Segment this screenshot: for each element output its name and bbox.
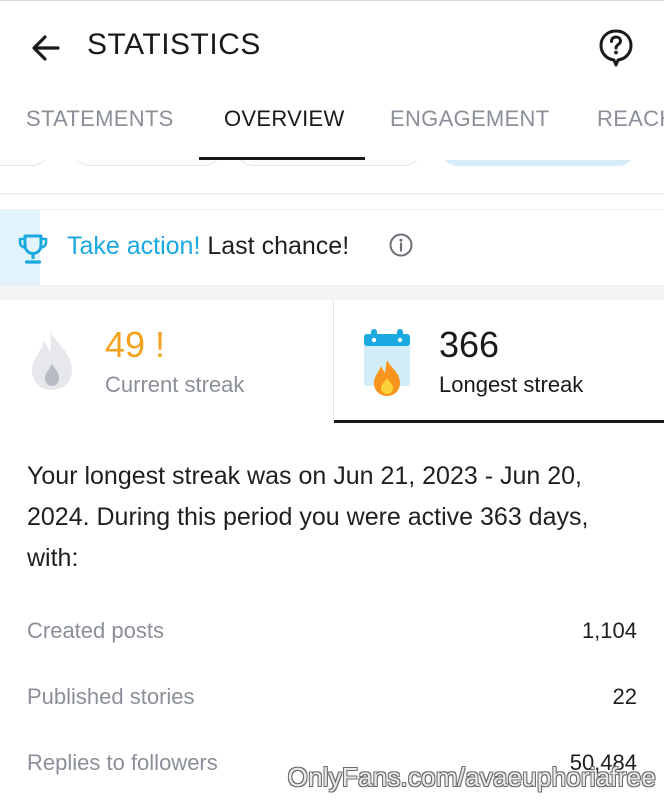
app-bar: STATISTICS [0, 0, 664, 92]
filter-chip[interactable] [72, 160, 222, 166]
filter-chip-row [0, 160, 664, 170]
divider [0, 193, 664, 195]
stat-row-created-posts: Created posts 1,104 [0, 600, 664, 664]
filter-chip[interactable] [236, 160, 422, 166]
calendar-fire-icon [364, 329, 410, 396]
filter-chip[interactable] [0, 160, 50, 166]
current-streak-value: 49 ! [105, 324, 166, 365]
streak-cards: 49 ! Current streak 366 Longest streak [0, 300, 664, 423]
action-banner[interactable]: Take action! Last chance! [0, 209, 664, 286]
tab-statements[interactable]: STATEMENTS [26, 106, 174, 132]
stat-label: Replies to followers [27, 750, 218, 775]
tab-overview[interactable]: OVERVIEW [224, 106, 345, 132]
current-streak-label: Current streak [105, 372, 245, 397]
streak-summary: Your longest streak was on Jun 21, 2023 … [27, 462, 589, 572]
banner-text: Take action! Last chance! [67, 232, 349, 261]
take-action-link[interactable]: Take action! [67, 232, 200, 260]
back-button[interactable] [22, 24, 70, 72]
longest-streak-card[interactable]: 366 Longest streak [333, 300, 664, 423]
flame-icon [32, 330, 72, 390]
longest-streak-value: 366 [439, 324, 500, 365]
help-circle-icon [599, 29, 633, 67]
stat-label: Published stories [27, 684, 195, 709]
arrow-left-icon [32, 35, 60, 61]
tab-bar: STATEMENTS OVERVIEW ENGAGEMENT REACH [0, 92, 664, 160]
watermark: OnlyFans.com/avaeuphoriafree [287, 762, 656, 792]
current-streak-card[interactable]: 49 ! Current streak [0, 300, 333, 422]
trophy-icon [18, 234, 48, 264]
stat-value: 22 [612, 684, 637, 709]
selected-card-indicator [334, 420, 664, 423]
tab-reach[interactable]: REACH [597, 106, 664, 132]
stat-label: Created posts [27, 618, 164, 643]
stat-row-published-stories: Published stories 22 [0, 666, 664, 730]
page-title: STATISTICS [87, 28, 261, 61]
filter-chip-selected[interactable] [440, 160, 636, 166]
info-icon[interactable] [388, 232, 414, 258]
section-gap [0, 286, 664, 300]
banner-message: Last chance! [207, 232, 350, 260]
tab-engagement[interactable]: ENGAGEMENT [390, 106, 549, 132]
help-button[interactable] [594, 26, 638, 70]
stat-value: 1,104 [581, 618, 637, 643]
longest-streak-label: Longest streak [439, 372, 584, 397]
